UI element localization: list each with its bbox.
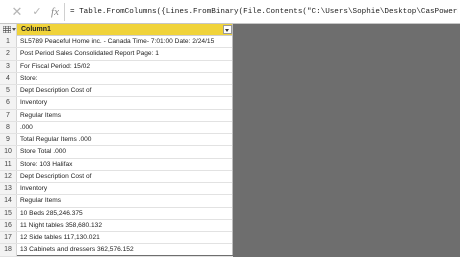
table-menu-button[interactable] bbox=[0, 24, 17, 36]
grid-border bbox=[232, 24, 233, 255]
cell-value[interactable]: 10 Beds 285,246.375 bbox=[20, 208, 230, 220]
grid-rows: 1 SL5789 Peaceful Home inc. - Canada Time… bbox=[0, 36, 233, 257]
row-number: 7 bbox=[0, 109, 17, 121]
table-row[interactable]: 13 Inventory bbox=[0, 183, 233, 196]
cell-value[interactable]: Dept Description Cost of bbox=[20, 171, 230, 183]
chevron-down-icon bbox=[12, 28, 16, 31]
chevron-down-icon bbox=[225, 29, 229, 32]
cell-value[interactable]: 11 Night tables 358,680.132 bbox=[20, 220, 230, 232]
cell-value[interactable]: Post Period Sales Consolidated Report Pa… bbox=[20, 48, 230, 60]
accept-icon[interactable]: ✓ bbox=[30, 4, 44, 20]
table-row[interactable]: 16 11 Night tables 358,680.132 bbox=[0, 219, 233, 232]
cell-value[interactable]: Store: bbox=[20, 73, 230, 85]
row-number: 12 bbox=[0, 170, 17, 182]
cell-value[interactable]: Inventory bbox=[20, 183, 230, 195]
table-row[interactable]: 1 SL5789 Peaceful Home inc. - Canada Time… bbox=[0, 36, 233, 49]
formula-input[interactable]: = Table.FromColumns({Lines.FromBinary(Fi… bbox=[70, 5, 458, 19]
cell-value[interactable]: 13 Cabinets and dressers 362,576.152 bbox=[20, 244, 230, 256]
row-number: 3 bbox=[0, 60, 17, 72]
row-number: 15 bbox=[0, 207, 17, 219]
table-row[interactable]: 6 Inventory bbox=[0, 97, 233, 110]
column-filter-button[interactable] bbox=[223, 25, 232, 34]
table-row[interactable]: 3 For Fiscal Period: 15/02 bbox=[0, 60, 233, 73]
table-icon bbox=[3, 26, 11, 33]
cell-value[interactable]: SL5789 Peaceful Home inc. - Canada Time-… bbox=[20, 36, 230, 48]
table-row[interactable]: 8.000 bbox=[0, 121, 233, 134]
table-row[interactable]: 15 10 Beds 285,246.375 bbox=[0, 207, 233, 220]
table-row[interactable]: 12 Dept Description Cost of bbox=[0, 170, 233, 183]
cell-value[interactable]: Store Total .000 bbox=[20, 146, 230, 158]
row-number: 11 bbox=[0, 158, 17, 170]
row-number: 8 bbox=[0, 121, 17, 133]
cell-value[interactable]: Regular Items bbox=[20, 110, 230, 122]
table-row[interactable]: 9 Total Regular Items .000 bbox=[0, 134, 233, 147]
cancel-icon[interactable]: ✕ bbox=[10, 4, 24, 20]
table-row[interactable]: 7 Regular Items bbox=[0, 109, 233, 122]
cell-value[interactable]: For Fiscal Period: 15/02 bbox=[20, 61, 230, 73]
data-grid: Column1 1 SL5789 Peaceful Home inc. - Can… bbox=[0, 24, 233, 257]
grid-header: Column1 bbox=[0, 24, 233, 36]
table-row[interactable]: 11 Store: 103 Halifax bbox=[0, 158, 233, 171]
cell-value[interactable]: Total Regular Items .000 bbox=[20, 134, 230, 146]
table-row[interactable]: 17 12 Side tables 117,130.021 bbox=[0, 232, 233, 245]
formula-bar: ✕ ✓ fx = Table.FromColumns({Lines.FromBi… bbox=[0, 0, 460, 24]
row-number: 10 bbox=[0, 146, 17, 158]
row-number: 6 bbox=[0, 97, 17, 109]
row-number: 9 bbox=[0, 134, 17, 146]
column-header-column1[interactable]: Column1 bbox=[17, 24, 233, 35]
row-number: 5 bbox=[0, 85, 17, 97]
row-number: 13 bbox=[0, 183, 17, 195]
row-number: 2 bbox=[0, 48, 17, 60]
column-header-label: Column1 bbox=[21, 26, 51, 33]
cell-value[interactable]: Dept Description Cost of bbox=[20, 85, 230, 97]
cell-value[interactable]: 12 Side tables 117,130.021 bbox=[20, 232, 230, 244]
cell-value[interactable]: Store: 103 Halifax bbox=[20, 159, 230, 171]
row-number: 14 bbox=[0, 195, 17, 207]
table-row[interactable]: 4 Store: bbox=[0, 72, 233, 85]
fx-icon[interactable]: fx bbox=[48, 4, 62, 20]
row-number: 17 bbox=[0, 232, 17, 244]
row-number: 4 bbox=[0, 72, 17, 84]
table-row[interactable]: 2 Post Period Sales Consolidated Report P… bbox=[0, 48, 233, 61]
row-number: 18 bbox=[0, 244, 17, 256]
cell-value[interactable]: Inventory bbox=[20, 97, 230, 109]
table-row[interactable]: 5 Dept Description Cost of bbox=[0, 85, 233, 98]
row-number: 1 bbox=[0, 36, 17, 48]
table-row[interactable]: 14 Regular Items bbox=[0, 195, 233, 208]
cell-value[interactable]: Regular Items bbox=[20, 195, 230, 207]
row-number: 16 bbox=[0, 219, 17, 231]
cell-value[interactable]: .000 bbox=[20, 122, 230, 134]
formula-bar-divider bbox=[64, 3, 65, 21]
table-row[interactable]: 10 Store Total .000 bbox=[0, 146, 233, 159]
